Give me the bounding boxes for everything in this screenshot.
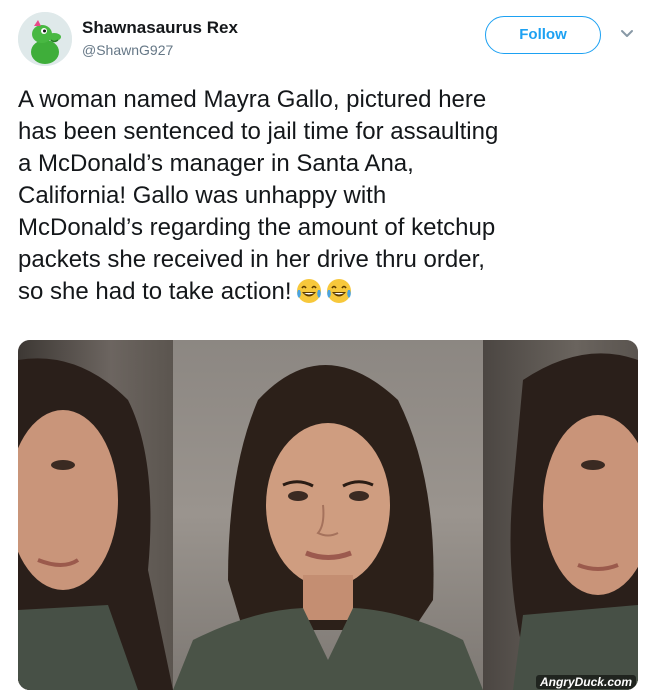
portrait-image (510, 353, 638, 690)
photo-panel-center (173, 340, 483, 690)
user-handle[interactable]: @ShawnG927 (82, 42, 173, 58)
chevron-down-icon[interactable] (620, 28, 634, 40)
follow-button[interactable]: Follow (485, 16, 601, 54)
photo-panel-left (18, 340, 173, 690)
dinosaur-icon (18, 12, 72, 66)
tweet-text: A woman named Mayra Gallo, pictured here… (18, 86, 499, 305)
portrait-image (18, 358, 173, 690)
watermark: AngryDuck.com (535, 675, 636, 689)
laughing-crying-emoji-icon (296, 279, 321, 303)
photo-panel-right: AngryDuck.com (483, 340, 638, 690)
tweet-header: Shawnasaurus Rex @ShawnG927 Follow (18, 12, 634, 68)
laughing-crying-emoji-icon (326, 279, 351, 303)
display-name[interactable]: Shawnasaurus Rex (82, 18, 238, 38)
avatar[interactable] (18, 12, 72, 66)
portrait-image (173, 365, 483, 690)
tweet-photo[interactable]: AngryDuck.com (18, 340, 638, 690)
tweet-body: A woman named Mayra Gallo, pictured here… (18, 84, 638, 308)
